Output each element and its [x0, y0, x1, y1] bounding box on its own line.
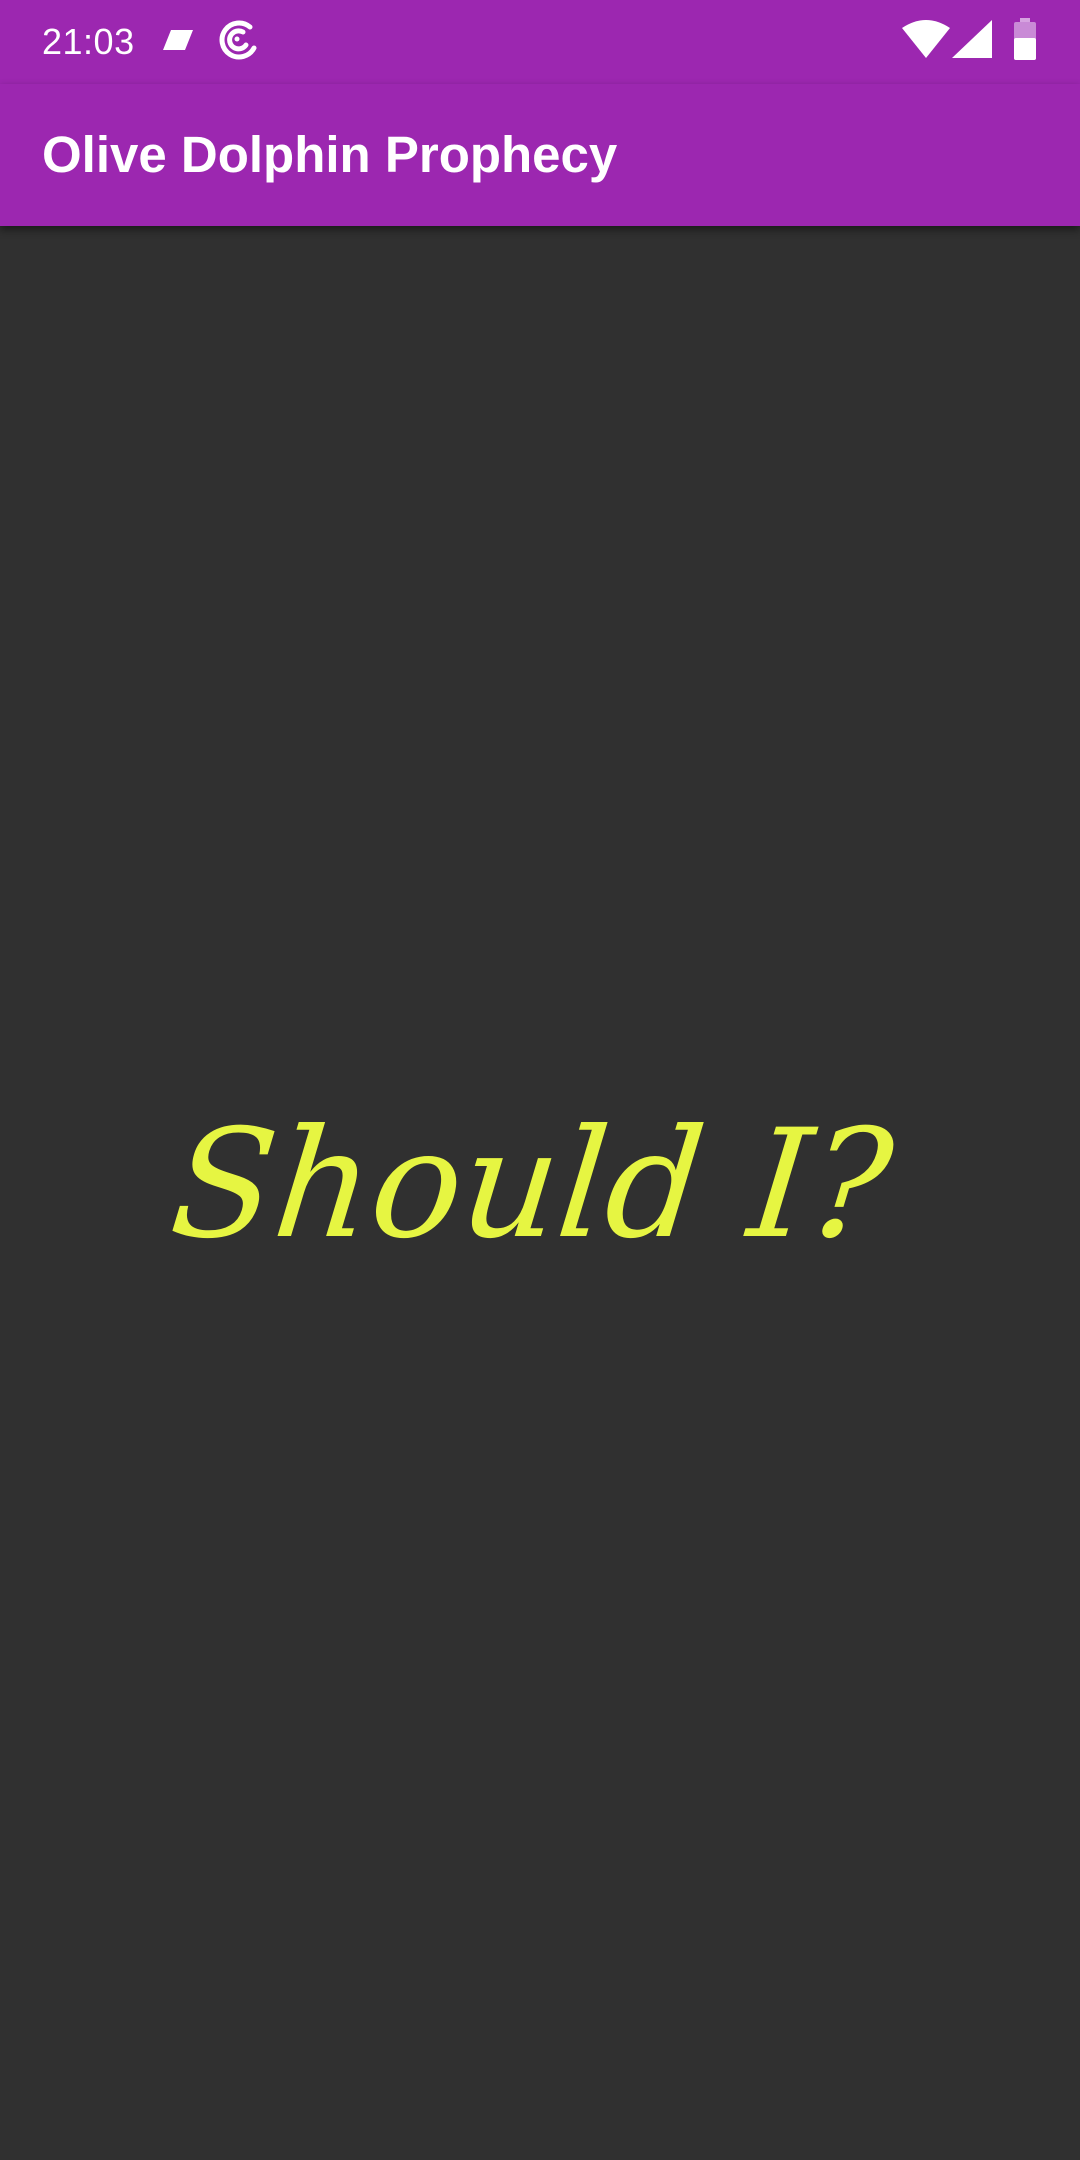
notification-parallelogram-icon	[163, 30, 193, 50]
battery-icon	[1014, 18, 1036, 60]
app-title: Olive Dolphin Prophecy	[42, 126, 618, 183]
wifi-icon	[902, 20, 950, 58]
main-content: Should I?	[0, 226, 1080, 2160]
app-bar: Olive Dolphin Prophecy	[0, 84, 1080, 226]
sync-arc-icon	[219, 20, 257, 60]
answer-text: Should I?	[164, 1097, 901, 1272]
screen: 21:03 Olive Dolphin Prophecy Should I?	[0, 0, 1080, 2160]
answer-display: Should I?	[164, 1097, 901, 1272]
cellular-signal-icon	[952, 20, 992, 58]
status-time: 21:03	[42, 21, 135, 62]
answer-area[interactable]: Should I?	[0, 226, 1080, 2160]
status-bar: 21:03	[0, 0, 1080, 84]
